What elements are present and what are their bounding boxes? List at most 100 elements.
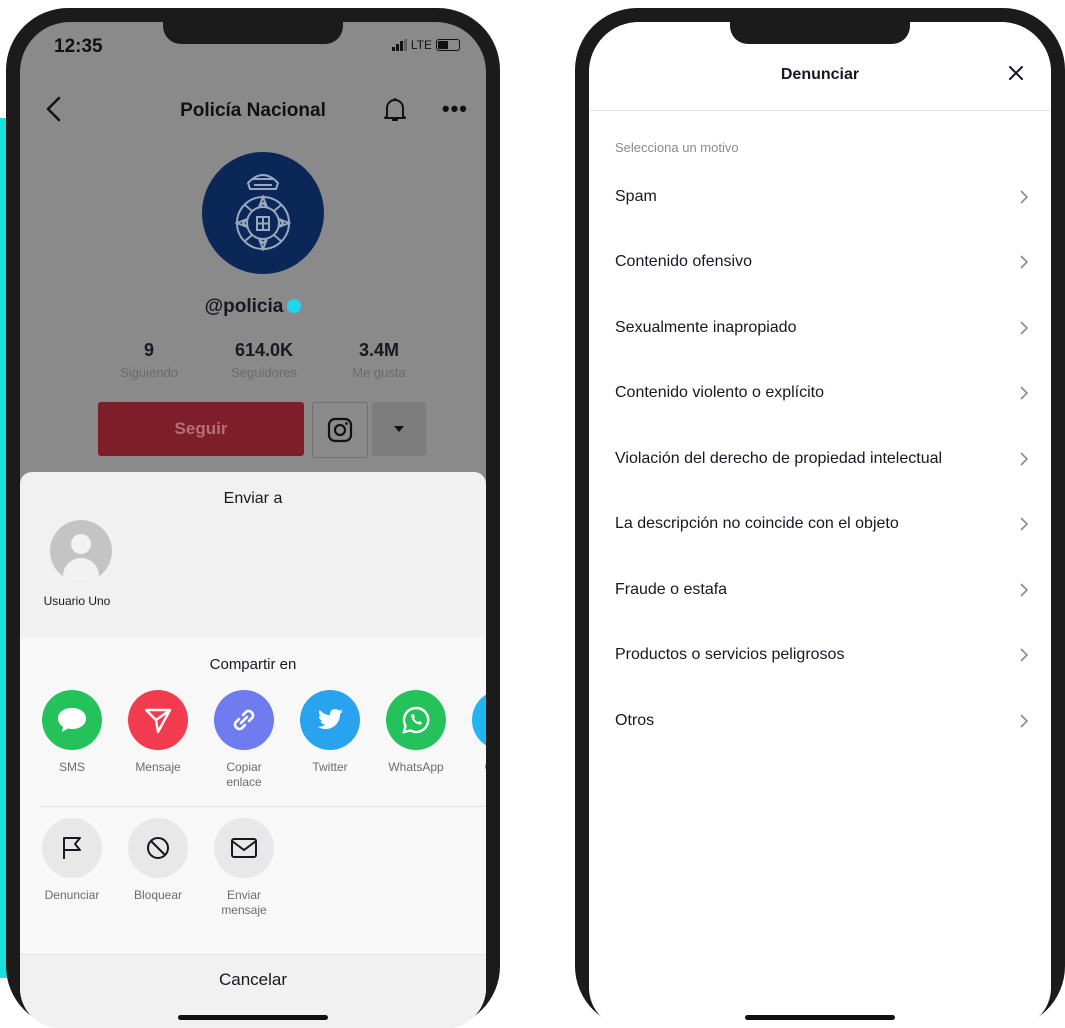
- stat-value: 9: [143, 340, 154, 360]
- share-label: SMS: [58, 760, 85, 774]
- block-action[interactable]: Bloquear: [128, 818, 188, 918]
- reason-item[interactable]: Productos o servicios peligrosos: [589, 623, 1051, 689]
- bell-icon[interactable]: [382, 96, 408, 124]
- home-indicator: [745, 1015, 895, 1020]
- contact-name: Usuario Uno: [43, 594, 111, 608]
- verified-badge-icon: [287, 298, 302, 313]
- share-twitter[interactable]: Twitter: [300, 690, 360, 790]
- reason-label: La descripción no coincide con el objeto: [615, 515, 899, 533]
- share-sheet: Enviar a Usuario Uno Compartir en SMS Me…: [20, 472, 486, 1028]
- reason-item[interactable]: Violación del derecho de propiedad intel…: [589, 426, 1051, 492]
- report-reasons-list: Spam Contenido ofensivo Sexualmente inap…: [589, 164, 1051, 754]
- reason-label: Contenido ofensivo: [615, 253, 752, 271]
- chevron-right-icon: [1020, 452, 1029, 466]
- share-section: Compartir en SMS Mensaje Copiar enlace T…: [20, 638, 486, 1028]
- reason-label: Violación del derecho de propiedad intel…: [615, 449, 943, 467]
- profile-stats: 9 Siguiendo 614.0K Seguidores 3.4M Me gu…: [94, 340, 434, 380]
- actions-row: Denunciar Bloquear Enviar mensaje: [42, 818, 274, 918]
- profile-avatar: [202, 152, 324, 274]
- share-label: WhatsApp: [388, 760, 444, 774]
- send-to-title: Enviar a: [223, 490, 283, 507]
- right-phone-frame: Denunciar Selecciona un motivo Spam Cont…: [575, 8, 1065, 1028]
- report-screen: Denunciar Selecciona un motivo Spam Cont…: [589, 22, 1051, 1028]
- report-action[interactable]: Denunciar: [42, 818, 102, 918]
- battery-icon: [436, 39, 460, 51]
- contact-item[interactable]: Usuario Uno: [38, 520, 124, 608]
- reason-label: Otros: [615, 711, 655, 729]
- share-apps-row: SMS Mensaje Copiar enlace Twitter WhatsA…: [42, 690, 486, 790]
- profile-handle: @policia: [20, 296, 486, 318]
- status-network: LTE: [391, 38, 460, 52]
- status-time: 12:35: [54, 36, 103, 57]
- chevron-right-icon: [1020, 714, 1029, 728]
- report-subtitle: Selecciona un motivo: [615, 140, 739, 155]
- stat-label: Siguiendo: [120, 365, 178, 380]
- share-whatsapp[interactable]: WhatsApp: [386, 690, 446, 790]
- twitter-icon: [300, 690, 360, 750]
- instagram-button[interactable]: [312, 402, 368, 458]
- sms-icon: [42, 690, 102, 750]
- action-label: Enviar mensaje: [221, 888, 267, 917]
- more-options-icon[interactable]: •••: [442, 98, 468, 120]
- left-phone-frame: 12:35 LTE Policía Nacional ••• @policia …: [6, 8, 500, 1028]
- reason-item[interactable]: La descripción no coincide con el objeto: [589, 492, 1051, 558]
- cancel-label: Cancelar: [218, 969, 288, 989]
- share-title: Compartir en: [209, 656, 297, 673]
- report-title: Denunciar: [780, 66, 860, 83]
- reason-label: Sexualmente inapropiado: [615, 318, 797, 336]
- chevron-right-icon: [1020, 517, 1029, 531]
- reason-label: Contenido violento o explícito: [615, 384, 825, 402]
- stat-label: Seguidores: [231, 365, 297, 380]
- chevron-right-icon: [1020, 321, 1029, 335]
- reason-label: Fraude o estafa: [615, 580, 728, 598]
- close-icon[interactable]: [1007, 64, 1025, 82]
- phone-notch: [163, 22, 343, 44]
- action-label: Denunciar: [44, 888, 100, 902]
- share-message[interactable]: Mensaje: [128, 690, 188, 790]
- reason-item[interactable]: Contenido ofensivo: [589, 230, 1051, 296]
- chevron-right-icon: [1020, 190, 1029, 204]
- send-message-action[interactable]: Enviar mensaje: [214, 818, 274, 918]
- share-label: Co ele: [472, 760, 486, 775]
- profile-header: Policía Nacional •••: [20, 92, 486, 132]
- stat-followers[interactable]: 614.0K Seguidores: [209, 340, 319, 380]
- share-email[interactable]: Co ele: [472, 690, 486, 790]
- home-indicator: [178, 1015, 328, 1020]
- send-icon: [128, 690, 188, 750]
- reason-item[interactable]: Otros: [589, 688, 1051, 754]
- page-title: Policía Nacional: [180, 100, 326, 121]
- suggestions-dropdown-button[interactable]: [372, 402, 426, 456]
- link-icon: [214, 690, 274, 750]
- profile-screen: 12:35 LTE Policía Nacional ••• @policia …: [20, 22, 486, 1028]
- chevron-right-icon: [1020, 386, 1029, 400]
- share-label: Mensaje: [135, 760, 181, 774]
- stat-likes[interactable]: 3.4M Me gusta: [324, 340, 434, 380]
- network-label: LTE: [410, 38, 432, 52]
- section-divider: [40, 806, 486, 807]
- contact-avatar: [50, 520, 112, 582]
- reason-item[interactable]: Fraude o estafa: [589, 557, 1051, 623]
- stat-label: Me gusta: [352, 365, 406, 380]
- share-sms[interactable]: SMS: [42, 690, 102, 790]
- share-copy-link[interactable]: Copiar enlace: [214, 690, 274, 790]
- chevron-right-icon: [1020, 648, 1029, 662]
- reason-label: Spam: [615, 187, 657, 205]
- reason-item[interactable]: Spam: [589, 164, 1051, 230]
- flag-icon: [42, 818, 102, 878]
- police-emblem-icon: [234, 174, 292, 252]
- reason-item[interactable]: Sexualmente inapropiado: [589, 295, 1051, 361]
- share-label: Copiar enlace: [226, 760, 262, 789]
- share-label: Twitter: [312, 760, 348, 774]
- caret-down-icon: [394, 426, 404, 432]
- action-label: Bloquear: [133, 888, 183, 902]
- whatsapp-icon: [386, 690, 446, 750]
- follow-button[interactable]: Seguir: [98, 402, 304, 456]
- phone-notch: [730, 22, 910, 44]
- signal-icon: [391, 39, 407, 51]
- reason-item[interactable]: Contenido violento o explícito: [589, 361, 1051, 427]
- handle-text: @policia: [204, 296, 284, 317]
- block-icon: [128, 818, 188, 878]
- mail-icon: [214, 818, 274, 878]
- stat-following[interactable]: 9 Siguiendo: [94, 340, 204, 380]
- stat-value: 614.0K: [234, 340, 294, 360]
